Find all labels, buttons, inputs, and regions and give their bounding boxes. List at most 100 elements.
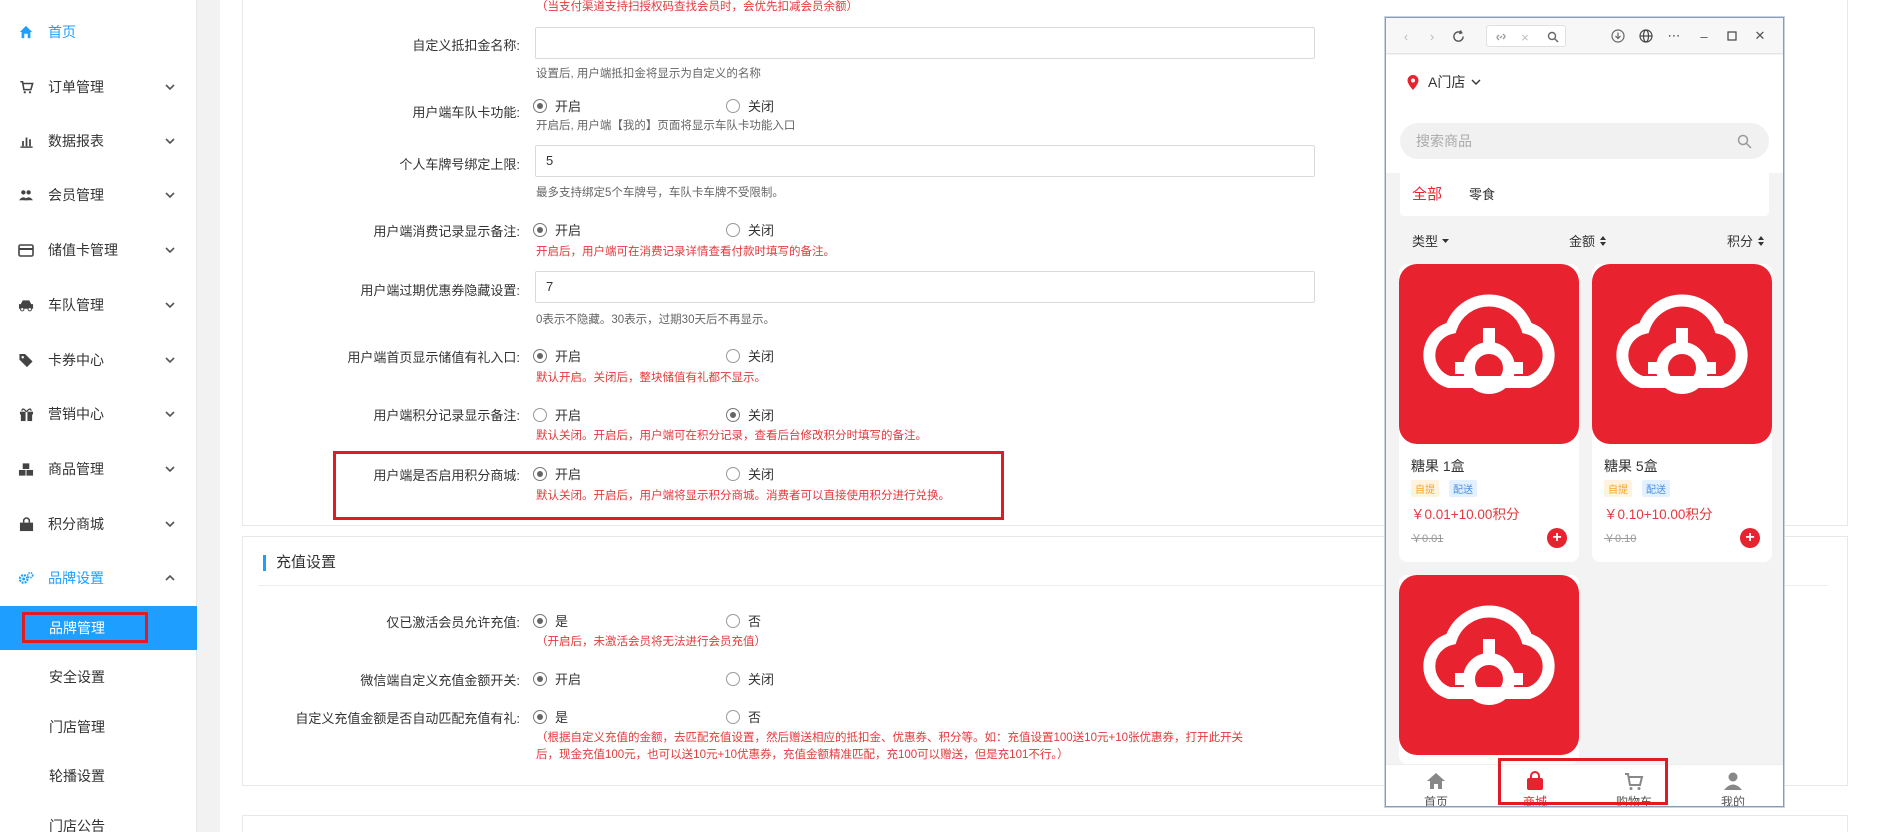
- category-tab-all[interactable]: 全部: [1412, 183, 1442, 204]
- chevron-down-icon: [165, 192, 175, 199]
- sidebar-item-label: 品牌设置: [48, 570, 104, 586]
- clear-icon[interactable]: ×: [1517, 29, 1533, 45]
- deduction-name-input[interactable]: [535, 27, 1315, 59]
- sidebar-subitem-announcement[interactable]: 门店公告: [0, 804, 197, 832]
- address-bar[interactable]: ×: [1486, 25, 1566, 47]
- product-name: 糖果 5盒: [1604, 458, 1658, 474]
- consume-note-off-radio[interactable]: 关闭: [726, 220, 774, 239]
- field-hint: 后，现金充值100元，也可以送10元+10优惠券，充值金额精准匹配，充100可以…: [536, 749, 1069, 761]
- field-hint: （根据自定义充值的金额，去匹配充值设置，然后赠送相应的抵扣金、优惠券、积分等。如…: [536, 732, 1243, 744]
- forward-icon[interactable]: ›: [1424, 28, 1440, 44]
- category-tab-snacks[interactable]: 零食: [1469, 184, 1495, 203]
- home-recharge-on-radio[interactable]: 开启: [533, 346, 581, 365]
- sidebar-item-stored-card[interactable]: 储值卡管理: [0, 232, 197, 268]
- link-icon: [1493, 29, 1509, 45]
- sidebar-item-home[interactable]: 首页: [0, 14, 197, 50]
- highlight-box: [1498, 758, 1668, 805]
- chevron-down-icon: [165, 84, 175, 91]
- sidebar-item-members[interactable]: 会员管理: [0, 177, 197, 213]
- auto-match-yes-radio[interactable]: 是: [533, 707, 568, 726]
- home-recharge-off-radio[interactable]: 关闭: [726, 346, 774, 365]
- brand-logo-icon: [1423, 294, 1555, 394]
- tag-pickup: 自提: [1604, 480, 1632, 497]
- phone-preview-window: ‹ › × ⋯ – ✕ A门店 搜索商品 全部 零食 类型 金额 积分 糖果 1…: [1385, 17, 1784, 807]
- filter-amount[interactable]: 金额: [1569, 231, 1607, 250]
- highlight-box: [22, 612, 148, 643]
- consume-note-on-radio[interactable]: 开启: [533, 220, 581, 239]
- sidebar-subitem-security[interactable]: 安全设置: [0, 655, 197, 699]
- shopping-bag-icon: [18, 516, 34, 532]
- fleet-card-off-radio[interactable]: 关闭: [726, 96, 774, 115]
- product-card[interactable]: 糖果 1盒 自提 配送 ￥0.01+10.00积分 ￥0.01 +: [1399, 264, 1579, 562]
- product-card[interactable]: 糖果 5盒 自提 配送 ￥0.10+10.00积分 ￥0.10 +: [1592, 264, 1772, 562]
- sidebar-item-label: 数据报表: [48, 133, 104, 149]
- product-old-price: ￥0.10: [1604, 533, 1637, 545]
- product-name: 糖果 1盒: [1411, 458, 1465, 474]
- chevron-down-icon: [165, 357, 175, 364]
- sidebar-item-orders[interactable]: 订单管理: [0, 69, 197, 105]
- sidebar-item-label: 卡券中心: [48, 352, 104, 368]
- product-image: [1399, 575, 1579, 755]
- plate-limit-input[interactable]: 5: [535, 145, 1315, 177]
- sidebar-item-products[interactable]: 商品管理: [0, 451, 197, 487]
- sidebar-subitem-label: 门店公告: [49, 818, 105, 832]
- field-hint: 0表示不隐藏。30表示，过期30天后不再显示。: [536, 314, 775, 326]
- bar-chart-icon: [18, 133, 34, 149]
- sidebar-item-label: 储值卡管理: [48, 242, 118, 258]
- sidebar: 首页 订单管理 数据报表 会员管理 储值卡管理 车队管理 卡券中心 营销中心 商…: [0, 0, 197, 832]
- activated-only-no-radio[interactable]: 否: [726, 611, 761, 630]
- sidebar-item-marketing[interactable]: 营销中心: [0, 396, 197, 432]
- car-icon: [18, 297, 34, 313]
- sidebar-item-points-mall[interactable]: 积分商城: [0, 506, 197, 542]
- chevron-down-icon: [165, 247, 175, 254]
- back-icon[interactable]: ‹: [1398, 28, 1414, 44]
- minimize-icon[interactable]: –: [1696, 28, 1712, 44]
- refresh-icon[interactable]: [1450, 28, 1466, 44]
- tab-profile[interactable]: 我的: [1703, 771, 1763, 806]
- product-image: [1399, 264, 1579, 444]
- points-note-off-radio[interactable]: 关闭: [726, 405, 774, 424]
- globe-icon[interactable]: [1638, 28, 1654, 44]
- store-selector[interactable]: A门店: [1406, 72, 1482, 92]
- wechat-custom-on-radio[interactable]: 开启: [533, 669, 581, 688]
- sidebar-item-label: 积分商城: [48, 516, 104, 532]
- filter-type[interactable]: 类型: [1412, 231, 1450, 250]
- sidebar-item-brand-settings[interactable]: 品牌设置: [0, 560, 197, 596]
- field-hint: 开启后，用户端可在消费记录详情查看付款时填写的备注。: [536, 246, 835, 258]
- auto-match-no-radio[interactable]: 否: [726, 707, 761, 726]
- wechat-custom-off-radio[interactable]: 关闭: [726, 669, 774, 688]
- add-to-cart-button[interactable]: +: [1740, 528, 1760, 548]
- activated-only-yes-radio[interactable]: 是: [533, 611, 568, 630]
- close-icon[interactable]: ✕: [1752, 28, 1768, 44]
- sidebar-subitem-label: 安全设置: [49, 669, 105, 685]
- product-image: [1592, 264, 1772, 444]
- product-card[interactable]: [1399, 575, 1579, 764]
- user-icon: [1724, 772, 1742, 790]
- field-label: 用户端积分记录显示备注:: [373, 408, 520, 423]
- points-note-on-radio[interactable]: 开启: [533, 405, 581, 424]
- sidebar-item-coupons[interactable]: 卡券中心: [0, 342, 197, 378]
- sidebar-item-reports[interactable]: 数据报表: [0, 123, 197, 159]
- sidebar-item-fleet[interactable]: 车队管理: [0, 287, 197, 323]
- download-icon[interactable]: [1610, 28, 1626, 44]
- field-label: 用户端车队卡功能:: [412, 105, 520, 120]
- filter-points[interactable]: 积分: [1727, 231, 1765, 250]
- sidebar-subitem-label: 门店管理: [49, 719, 105, 735]
- add-to-cart-button[interactable]: +: [1547, 528, 1567, 548]
- field-hint: 开启后, 用户端【我的】页面将显示车队卡功能入口: [536, 120, 796, 132]
- tab-home[interactable]: 首页: [1406, 771, 1466, 806]
- sidebar-item-label: 营销中心: [48, 406, 104, 422]
- sidebar-subitem-stores[interactable]: 门店管理: [0, 705, 197, 749]
- maximize-icon[interactable]: [1724, 28, 1740, 44]
- search-icon[interactable]: [1545, 29, 1561, 45]
- product-price: ￥0.10+10.00积分: [1604, 507, 1713, 522]
- search-input[interactable]: 搜索商品: [1400, 123, 1769, 159]
- more-icon[interactable]: ⋯: [1666, 28, 1682, 44]
- store-name: A门店: [1428, 74, 1466, 90]
- search-icon[interactable]: [1737, 134, 1752, 149]
- expired-coupon-input[interactable]: 7: [535, 271, 1315, 303]
- sidebar-subitem-carousel[interactable]: 轮播设置: [0, 754, 197, 798]
- fleet-card-on-radio[interactable]: 开启: [533, 96, 581, 115]
- field-label: 仅已激活会员允许充值:: [386, 615, 520, 630]
- tag-delivery: 配送: [1642, 480, 1670, 497]
